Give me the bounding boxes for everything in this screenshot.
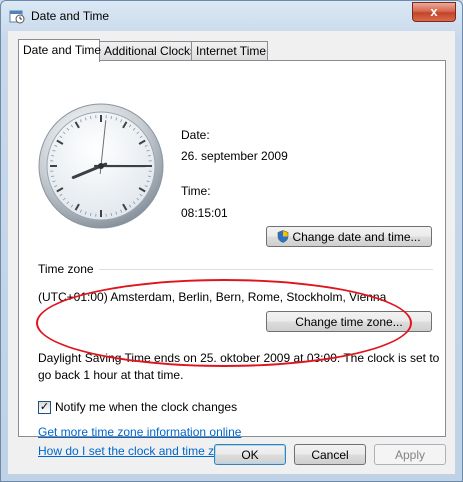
close-button[interactable]: x (412, 2, 456, 22)
tab-date-and-time[interactable]: Date and Time (18, 39, 101, 62)
how-to-set-clock-link[interactable]: How do I set the clock and time zone? (38, 444, 241, 458)
date-time-dialog: Date and Time x Date and Time Additional… (0, 0, 463, 482)
checkmark-icon: ✓ (39, 401, 50, 413)
analog-clock (38, 103, 164, 229)
date-time-panel: Date: 26. september 2009 Time: 08:15:01 … (18, 60, 446, 458)
notify-checkbox[interactable]: ✓ (38, 401, 51, 414)
title-bar[interactable]: Date and Time x (1, 1, 462, 31)
change-date-time-label: Change date and time... (292, 230, 421, 244)
clock-center-cap (98, 163, 104, 169)
close-icon: x (430, 4, 438, 19)
time-zone-heading: Time zone (38, 262, 94, 276)
cancel-button[interactable]: Cancel (294, 444, 366, 465)
dialog-client-area: Date and Time Additional Clocks Internet… (8, 31, 455, 474)
uac-shield-icon (278, 230, 289, 243)
more-time-zone-info-link[interactable]: Get more time zone information online (38, 425, 241, 439)
dst-info-line-2: go back 1 hour at that time. (38, 368, 184, 382)
change-time-zone-button[interactable]: Change time zone... (266, 311, 432, 332)
apply-button[interactable]: Apply (374, 444, 446, 465)
ok-button[interactable]: OK (214, 444, 286, 465)
change-date-time-button[interactable]: Change date and time... (266, 226, 432, 247)
window-title: Date and Time (31, 9, 110, 23)
time-value: 08:15:01 (181, 206, 228, 220)
tab-additional-clocks[interactable]: Additional Clocks (99, 41, 196, 60)
time-zone-divider (99, 269, 433, 270)
dst-info-line-1: Daylight Saving Time ends on 25. oktober… (38, 351, 440, 365)
notify-label[interactable]: Notify me when the clock changes (55, 400, 237, 414)
time-zone-value: (UTC+01:00) Amsterdam, Berlin, Bern, Rom… (38, 290, 387, 304)
date-label: Date: (181, 128, 210, 142)
tab-internet-time[interactable]: Internet Time (191, 41, 268, 60)
time-label: Time: (181, 184, 211, 198)
date-value: 26. september 2009 (181, 149, 288, 163)
date-time-app-icon (9, 10, 25, 24)
